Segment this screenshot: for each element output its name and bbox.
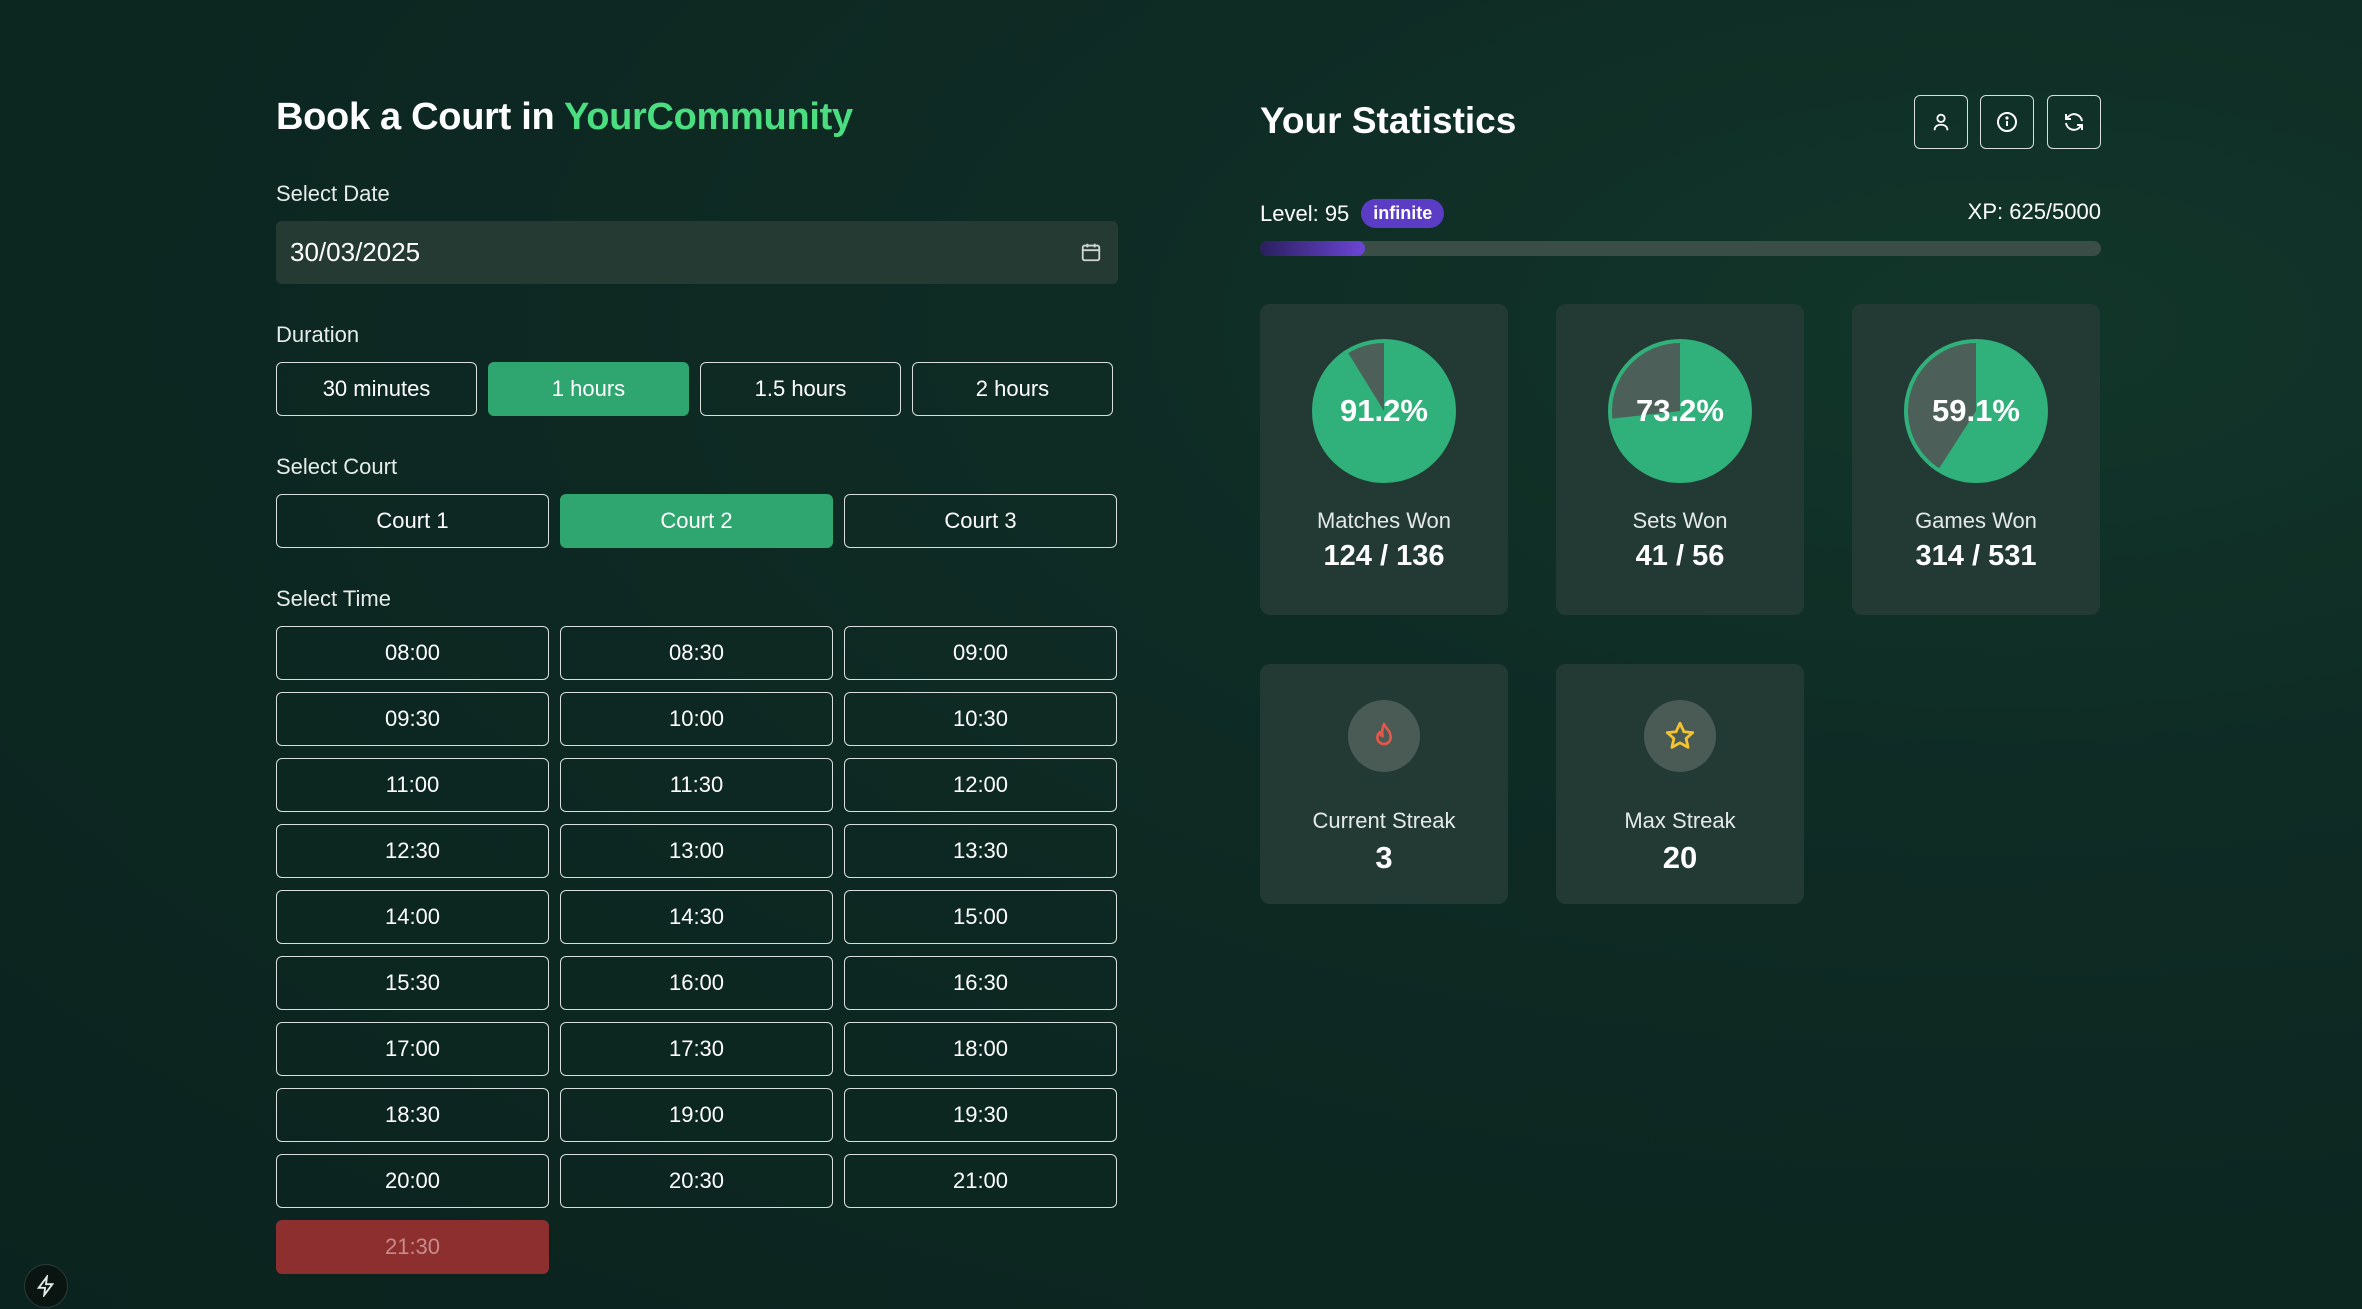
info-button[interactable] xyxy=(1980,95,2034,149)
stat-label: Sets Won xyxy=(1632,508,1728,533)
streak-card-max-streak: Max Streak 20 xyxy=(1556,664,1804,904)
time-slot-15-30[interactable]: 15:30 xyxy=(276,956,549,1010)
time-slot-17-00[interactable]: 17:00 xyxy=(276,1022,549,1076)
date-label: Select Date xyxy=(276,181,390,206)
time-label: Select Time xyxy=(276,586,391,611)
refresh-icon xyxy=(2065,113,2083,131)
time-slot-19-30[interactable]: 19:30 xyxy=(844,1088,1117,1142)
time-slot-13-30[interactable]: 13:30 xyxy=(844,824,1117,878)
win-rate-percent: 73.2% xyxy=(1636,393,1724,428)
time-slot-16-30[interactable]: 16:30 xyxy=(844,956,1117,1010)
duration-option-1-5-hours[interactable]: 1.5 hours xyxy=(700,362,901,416)
stat-value: 314 / 531 xyxy=(1915,540,2037,572)
level-row: Level: 95 infinite xyxy=(1260,199,1445,228)
booking-title: Book a Court in YourCommunity xyxy=(276,96,853,139)
refresh-button[interactable] xyxy=(2047,95,2101,149)
time-slot-18-00[interactable]: 18:00 xyxy=(844,1022,1117,1076)
time-slot-16-00[interactable]: 16:00 xyxy=(560,956,833,1010)
win-rate-percent: 59.1% xyxy=(1932,393,2020,428)
level-text: Level: 95 xyxy=(1260,200,1350,226)
time-slot-11-00[interactable]: 11:00 xyxy=(276,758,549,812)
win-rate-pie: 91.2% xyxy=(1311,338,1457,484)
time-slot-21-30: 21:30 xyxy=(276,1220,549,1274)
court-label: Select Court xyxy=(276,454,398,479)
calendar-icon[interactable] xyxy=(1080,241,1102,263)
duration-label: Duration xyxy=(276,322,360,347)
stat-label: Games Won xyxy=(1915,508,2037,533)
user-icon xyxy=(1933,113,1949,131)
time-slot-09-30[interactable]: 09:30 xyxy=(276,692,549,746)
time-slot-20-00[interactable]: 20:00 xyxy=(276,1154,549,1208)
statistics-title: Your Statistics xyxy=(1260,100,1517,141)
xp-progress-fill xyxy=(1260,241,1366,256)
court-option-court-1[interactable]: Court 1 xyxy=(276,494,549,548)
time-slot-17-30[interactable]: 17:30 xyxy=(560,1022,833,1076)
xp-progress-bar xyxy=(1260,241,2101,256)
time-slot-14-30[interactable]: 14:30 xyxy=(560,890,833,944)
tier-badge: infinite xyxy=(1361,199,1445,228)
time-slot-12-30[interactable]: 12:30 xyxy=(276,824,549,878)
duration-option-30-minutes[interactable]: 30 minutes xyxy=(276,362,477,416)
time-slot-08-00[interactable]: 08:00 xyxy=(276,626,549,680)
win-rate-pie: 59.1% xyxy=(1903,338,2049,484)
time-slot-18-30[interactable]: 18:30 xyxy=(276,1088,549,1142)
stat-value: 124 / 136 xyxy=(1323,540,1445,572)
booking-title-prefix: Book a Court in xyxy=(276,96,564,138)
streak-value: 20 xyxy=(1662,840,1698,875)
duration-option-2-hours[interactable]: 2 hours xyxy=(912,362,1113,416)
lightning-icon-button[interactable] xyxy=(24,1264,68,1308)
flame-icon xyxy=(1348,700,1420,772)
streak-label: Current Streak xyxy=(1312,808,1456,833)
time-slot-10-30[interactable]: 10:30 xyxy=(844,692,1117,746)
xp-text: XP: 625/5000 xyxy=(1967,199,2101,224)
date-value: 30/03/2025 xyxy=(290,237,421,267)
time-slot-11-30[interactable]: 11:30 xyxy=(560,758,833,812)
court-option-court-2[interactable]: Court 2 xyxy=(560,494,833,548)
time-slot-20-30[interactable]: 20:30 xyxy=(560,1154,833,1208)
stat-value: 41 / 56 xyxy=(1635,540,1725,572)
streak-value: 3 xyxy=(1375,840,1393,875)
stat-card-games-won: 59.1% Games Won 314 / 531 xyxy=(1852,304,2100,615)
streak-card-current-streak: Current Streak 3 xyxy=(1260,664,1508,904)
time-slot-10-00[interactable]: 10:00 xyxy=(560,692,833,746)
date-input[interactable]: 30/03/2025 xyxy=(276,221,1118,284)
time-slot-14-00[interactable]: 14:00 xyxy=(276,890,549,944)
time-slot-13-00[interactable]: 13:00 xyxy=(560,824,833,878)
stat-card-matches-won: 91.2% Matches Won 124 / 136 xyxy=(1260,304,1508,615)
time-slot-15-00[interactable]: 15:00 xyxy=(844,890,1117,944)
community-name: YourCommunity xyxy=(563,96,853,138)
time-slot-21-00[interactable]: 21:00 xyxy=(844,1154,1117,1208)
stat-card-sets-won: 73.2% Sets Won 41 / 56 xyxy=(1556,304,1804,615)
star-icon xyxy=(1644,700,1716,772)
time-slot-19-00[interactable]: 19:00 xyxy=(560,1088,833,1142)
time-slot-09-00[interactable]: 09:00 xyxy=(844,626,1117,680)
win-rate-percent: 91.2% xyxy=(1340,393,1428,428)
lightning-icon xyxy=(36,1275,55,1297)
stat-label: Matches Won xyxy=(1316,508,1452,533)
duration-option-1-hours[interactable]: 1 hours xyxy=(488,362,689,416)
court-option-court-3[interactable]: Court 3 xyxy=(844,494,1117,548)
info-icon xyxy=(1997,112,2017,132)
time-slot-08-30[interactable]: 08:30 xyxy=(560,626,833,680)
streak-label: Max Streak xyxy=(1624,808,1736,833)
profile-button[interactable] xyxy=(1914,95,1968,149)
time-slot-12-00[interactable]: 12:00 xyxy=(844,758,1117,812)
win-rate-pie: 73.2% xyxy=(1607,338,1753,484)
